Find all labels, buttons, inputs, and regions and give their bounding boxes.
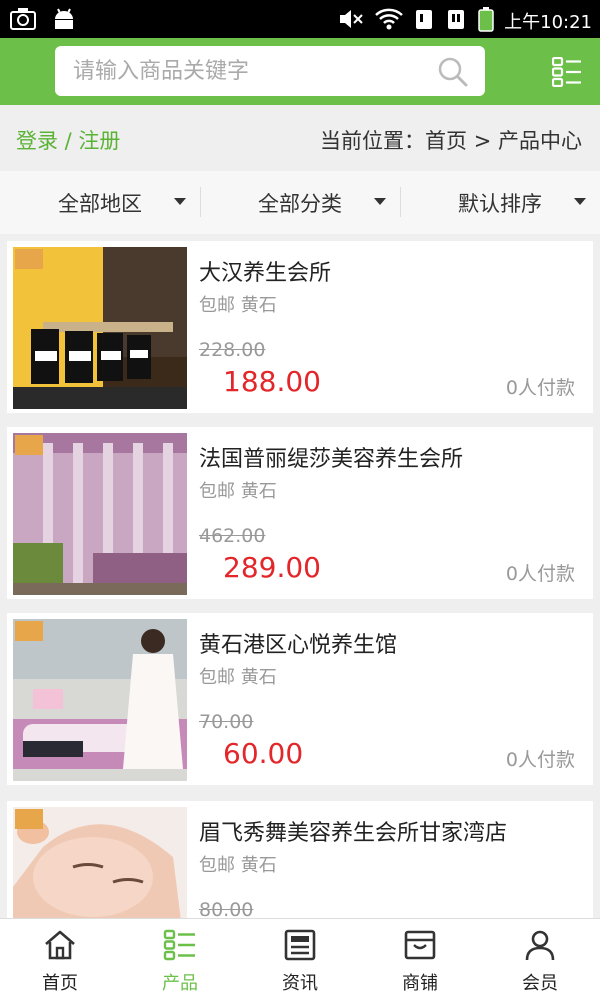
filter-region-dropdown[interactable]: 全部地区 [0,171,200,234]
mute-icon [338,7,364,35]
product-card[interactable]: 黄石港区心悦养生馆 包邮 黄石 70.00 60.00 0人付款 [7,613,593,785]
shop-icon [403,929,437,965]
tab-shops[interactable]: 商铺 [360,919,480,1000]
filter-label: 默认排序 [458,191,542,216]
current-price: 289.00 [223,551,321,584]
payment-count: 0人付款 [505,563,575,585]
product-tags: 包邮 黄石 [199,295,277,316]
filter-sort-dropdown[interactable]: 默认排序 [400,171,600,234]
breadcrumb-bar: 登录 / 注册 当前位置：首页 > 产品中心 [0,105,600,171]
login-register-link[interactable]: 登录 / 注册 [16,125,120,155]
product-card[interactable]: 大汉养生会所 包邮 黄石 228.00 188.00 0人付款 [7,241,593,413]
bottom-tab-bar: 首页 产品 资讯 商铺 会员 [0,918,600,1000]
tab-label: 商铺 [402,973,438,994]
product-image[interactable] [13,807,187,920]
filter-bar: 全部地区 全部分类 默认排序 [0,171,600,234]
home-icon [43,929,77,965]
status-time: 上午10:21 [504,12,592,33]
product-card[interactable]: 眉飞秀舞美容养生会所甘家湾店 包邮 黄石 80.00 [7,801,593,920]
product-name[interactable]: 黄石港区心悦养生馆 [199,627,397,659]
search-box [55,46,485,96]
android-icon [52,7,76,35]
product-name[interactable]: 眉飞秀舞美容养生会所甘家湾店 [199,815,507,847]
original-price: 228.00 [199,339,266,361]
tab-label: 资讯 [282,973,318,994]
category-menu-icon[interactable] [551,56,582,91]
original-price: 462.00 [199,525,266,547]
tab-products[interactable]: 产品 [120,919,240,1000]
filter-label: 全部地区 [58,191,142,216]
product-tags: 包邮 黄石 [199,481,277,502]
wifi-icon [374,7,404,35]
original-price: 80.00 [199,899,254,920]
caret-down-icon [374,198,386,205]
search-input[interactable] [55,46,425,96]
product-image[interactable] [13,433,187,595]
current-price: 188.00 [223,365,321,398]
product-tags: 包邮 黄石 [199,667,277,688]
product-image[interactable] [13,619,187,781]
user-icon [523,929,557,965]
caret-down-icon [174,198,186,205]
tab-label: 首页 [42,973,78,994]
tab-home[interactable]: 首页 [0,919,120,1000]
tab-member[interactable]: 会员 [480,919,600,1000]
tab-label: 产品 [162,973,198,994]
product-name[interactable]: 大汉养生会所 [199,255,331,287]
news-icon [283,929,317,965]
battery-icon [478,6,494,36]
status-bar: 上午10:21 [0,0,600,38]
tab-news[interactable]: 资讯 [240,919,360,1000]
list-icon [163,929,197,965]
sim1-icon [414,7,436,35]
sim2-icon [446,7,468,35]
payment-count: 0人付款 [505,749,575,771]
current-price: 60.00 [223,737,304,770]
product-tags: 包邮 黄石 [199,855,277,876]
product-name[interactable]: 法国普丽缇莎美容养生会所 [199,441,463,473]
original-price: 70.00 [199,711,254,733]
product-list: 大汉养生会所 包邮 黄石 228.00 188.00 0人付款 法国普丽缇莎美容… [0,234,600,920]
payment-count: 0人付款 [505,377,575,399]
search-icon[interactable] [437,56,469,92]
tab-label: 会员 [522,973,558,994]
product-image[interactable] [13,247,187,409]
app-header [0,38,600,105]
filter-category-dropdown[interactable]: 全部分类 [200,171,400,234]
caret-down-icon [574,198,586,205]
breadcrumb: 当前位置：首页 > 产品中心 [320,129,582,153]
filter-label: 全部分类 [258,191,342,216]
screenshot-icon [10,7,36,35]
product-card[interactable]: 法国普丽缇莎美容养生会所 包邮 黄石 462.00 289.00 0人付款 [7,427,593,599]
